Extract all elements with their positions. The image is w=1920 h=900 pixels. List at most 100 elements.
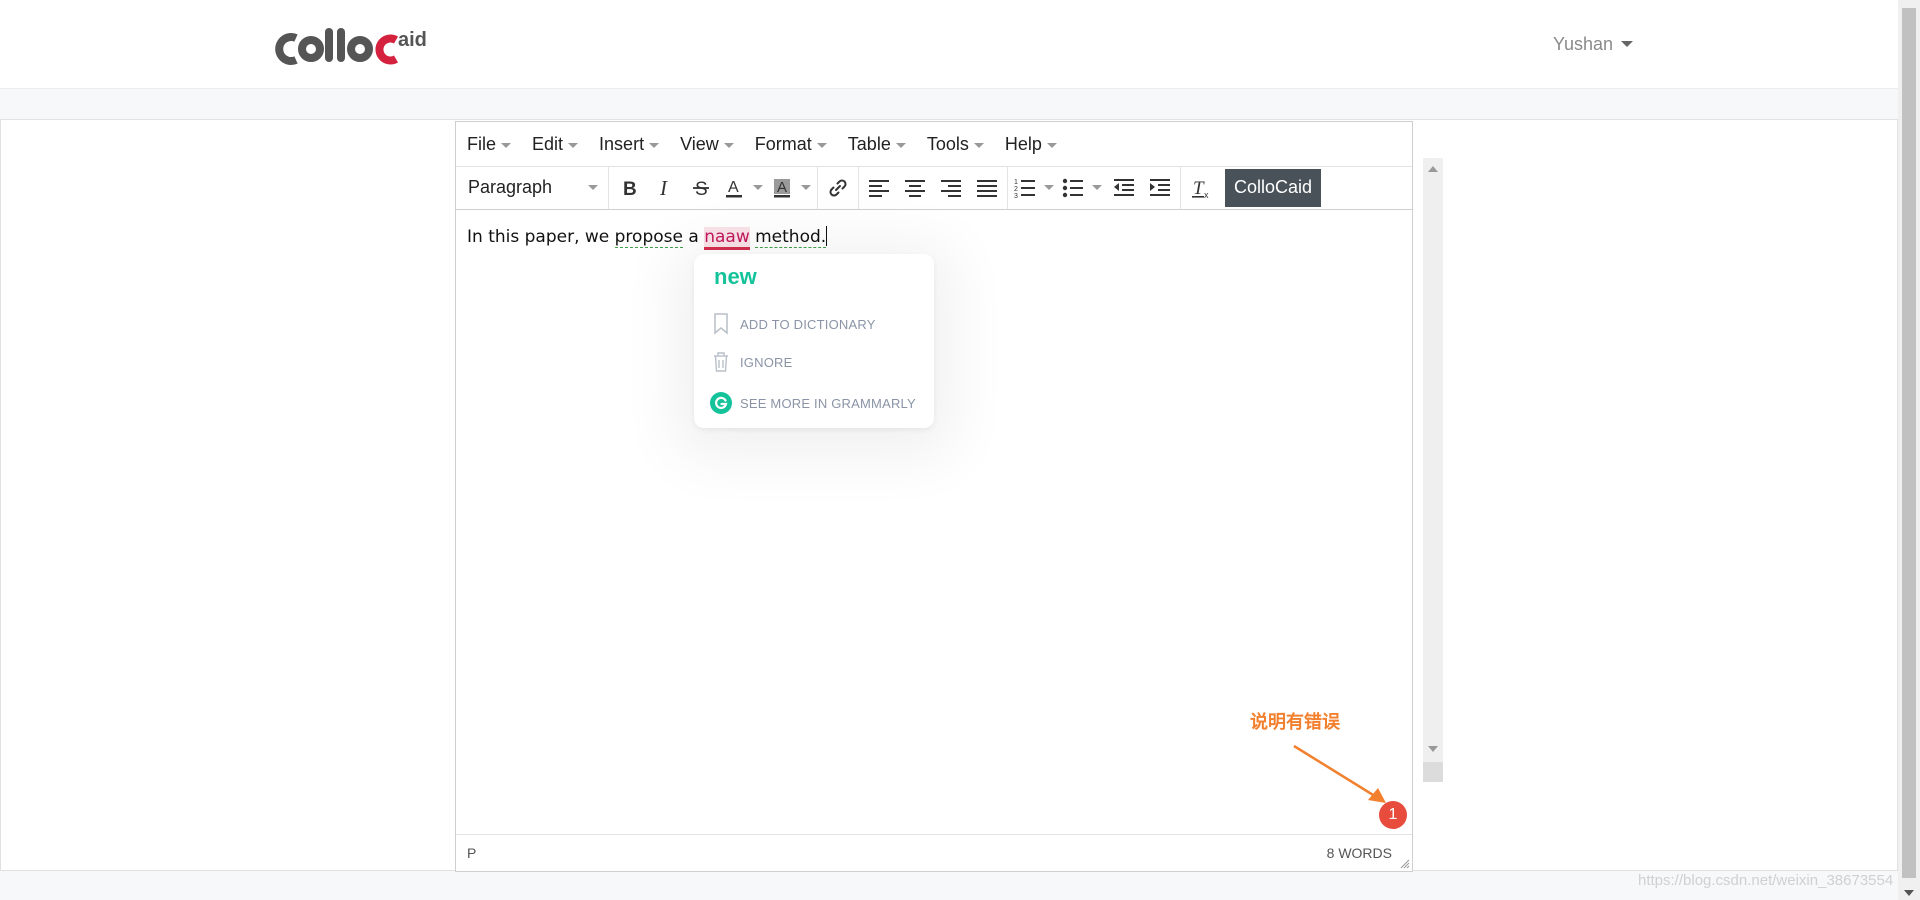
- word-propose[interactable]: propose: [614, 227, 683, 248]
- chevron-down-icon: [723, 142, 734, 148]
- svg-text:2: 2: [1014, 186, 1018, 193]
- block-format-select[interactable]: Paragraph: [458, 177, 606, 198]
- toolbar-group-text-style: B I S A A: [609, 166, 818, 209]
- bullet-list-dropdown[interactable]: [1088, 171, 1106, 205]
- align-center-icon: [905, 179, 925, 197]
- editor-menubar: File Edit Insert View Format Table Tools…: [456, 122, 1412, 167]
- clear-formatting-button[interactable]: Tx: [1183, 171, 1219, 205]
- align-center-button[interactable]: [897, 171, 933, 205]
- menu-insert[interactable]: Insert: [588, 122, 669, 166]
- toolbar-group-lists: 123: [1008, 166, 1181, 209]
- menu-label: File: [467, 133, 497, 154]
- menu-view[interactable]: View: [669, 122, 744, 166]
- grammarly-logo-icon: [710, 391, 732, 415]
- menu-label: Help: [1004, 133, 1042, 154]
- align-right-icon: [941, 179, 961, 197]
- align-left-button[interactable]: [861, 171, 897, 205]
- numbered-list-dropdown[interactable]: [1040, 171, 1058, 205]
- menu-label: Tools: [926, 133, 969, 154]
- text-color-dropdown[interactable]: [749, 171, 767, 205]
- numbered-list-button[interactable]: 123: [1010, 171, 1040, 205]
- chevron-down-icon: [816, 142, 827, 148]
- align-right-button[interactable]: [933, 171, 969, 205]
- menu-help[interactable]: Help: [994, 122, 1067, 166]
- menu-table[interactable]: Table: [837, 122, 916, 166]
- element-path[interactable]: P: [467, 845, 476, 861]
- svg-text:aid: aid: [398, 29, 427, 51]
- editor-scrollbar[interactable]: [1423, 158, 1443, 782]
- chevron-down-icon: [1046, 142, 1057, 148]
- misspelled-word[interactable]: naaw: [704, 227, 750, 250]
- suggestion-replacement[interactable]: new: [714, 264, 757, 290]
- chevron-down-icon: [568, 142, 579, 148]
- strikethrough-icon: S: [693, 179, 709, 198]
- see-more-label: SEE MORE IN GRAMMARLY: [740, 395, 916, 411]
- bold-button[interactable]: B: [611, 171, 647, 205]
- strikethrough-button[interactable]: S: [683, 171, 719, 205]
- scroll-down-icon[interactable]: [1904, 890, 1914, 896]
- editor-statusbar: P 8 WORDS: [456, 834, 1412, 871]
- add-to-dictionary-label: ADD TO DICTIONARY: [740, 316, 876, 332]
- chevron-down-icon: [1621, 41, 1634, 47]
- svg-text:B: B: [623, 179, 637, 198]
- chevron-down-icon: [801, 185, 811, 190]
- text-color-button[interactable]: A: [719, 171, 749, 205]
- chevron-down-icon: [895, 142, 906, 148]
- menu-format[interactable]: Format: [744, 122, 837, 166]
- trash-icon: [710, 350, 732, 374]
- collocaid-button[interactable]: ColloCaid: [1225, 168, 1322, 207]
- link-button[interactable]: [820, 171, 856, 205]
- chevron-down-icon: [973, 142, 984, 148]
- align-justify-button[interactable]: [969, 171, 1005, 205]
- align-justify-icon: [977, 179, 997, 197]
- svg-text:I: I: [659, 178, 668, 198]
- add-to-dictionary-button[interactable]: ADD TO DICTIONARY: [710, 312, 876, 336]
- background-color-button[interactable]: A: [767, 171, 797, 205]
- background-color-icon: A: [774, 178, 790, 197]
- indent-button[interactable]: [1142, 171, 1178, 205]
- page-scrollbar[interactable]: [1898, 0, 1920, 900]
- menu-file[interactable]: File: [456, 122, 521, 166]
- menu-label: Table: [847, 133, 891, 154]
- align-left-icon: [869, 179, 889, 197]
- outdent-button[interactable]: [1106, 171, 1142, 205]
- error-count-badge[interactable]: 1: [1379, 801, 1407, 829]
- scroll-down-icon[interactable]: [1428, 746, 1438, 752]
- chevron-down-icon: [649, 142, 660, 148]
- chevron-down-icon: [753, 185, 763, 190]
- annotation-arrow-icon: [1293, 744, 1386, 803]
- collocaid-logo[interactable]: aid: [270, 22, 440, 70]
- bullet-list-icon: [1062, 178, 1083, 197]
- annotation-text: 说明有错误: [1250, 712, 1340, 732]
- indent-icon: [1150, 178, 1170, 196]
- see-more-grammarly-button[interactable]: SEE MORE IN GRAMMARLY: [710, 391, 916, 415]
- scrollbar-thumb[interactable]: [1902, 8, 1916, 878]
- menu-tools[interactable]: Tools: [916, 122, 994, 166]
- user-name: Yushan: [1553, 33, 1614, 54]
- toolbar-group-link: [818, 166, 859, 209]
- watermark-text: https://blog.csdn.net/weixin_38673554: [1638, 872, 1894, 889]
- italic-icon: I: [659, 178, 668, 198]
- scroll-up-icon[interactable]: [1428, 166, 1438, 172]
- ignore-button[interactable]: IGNORE: [710, 350, 792, 374]
- resize-handle-icon[interactable]: [1400, 859, 1410, 869]
- menu-label: Edit: [532, 133, 564, 154]
- word-count: 8 WORDS: [1326, 845, 1392, 861]
- text-segment: In this paper, we: [467, 227, 615, 247]
- ignore-label: IGNORE: [740, 354, 793, 370]
- clear-formatting-icon: Tx: [1192, 178, 1209, 199]
- text-segment: a: [682, 227, 705, 247]
- italic-button[interactable]: I: [647, 171, 683, 205]
- text-color-icon: A: [726, 179, 742, 197]
- word-method[interactable]: method.: [755, 227, 827, 248]
- scroll-resize-grip[interactable]: [1423, 762, 1443, 782]
- user-menu[interactable]: Yushan: [1553, 32, 1634, 56]
- svg-text:3: 3: [1014, 193, 1018, 199]
- editor-paragraph[interactable]: In this paper, we propose a naaw method.: [467, 226, 828, 250]
- bullet-list-button[interactable]: [1058, 171, 1088, 205]
- text-cursor: [826, 226, 828, 246]
- svg-text:1: 1: [1014, 179, 1018, 186]
- chevron-down-icon: [1092, 185, 1102, 190]
- menu-edit[interactable]: Edit: [521, 122, 588, 166]
- background-color-dropdown[interactable]: [797, 171, 815, 205]
